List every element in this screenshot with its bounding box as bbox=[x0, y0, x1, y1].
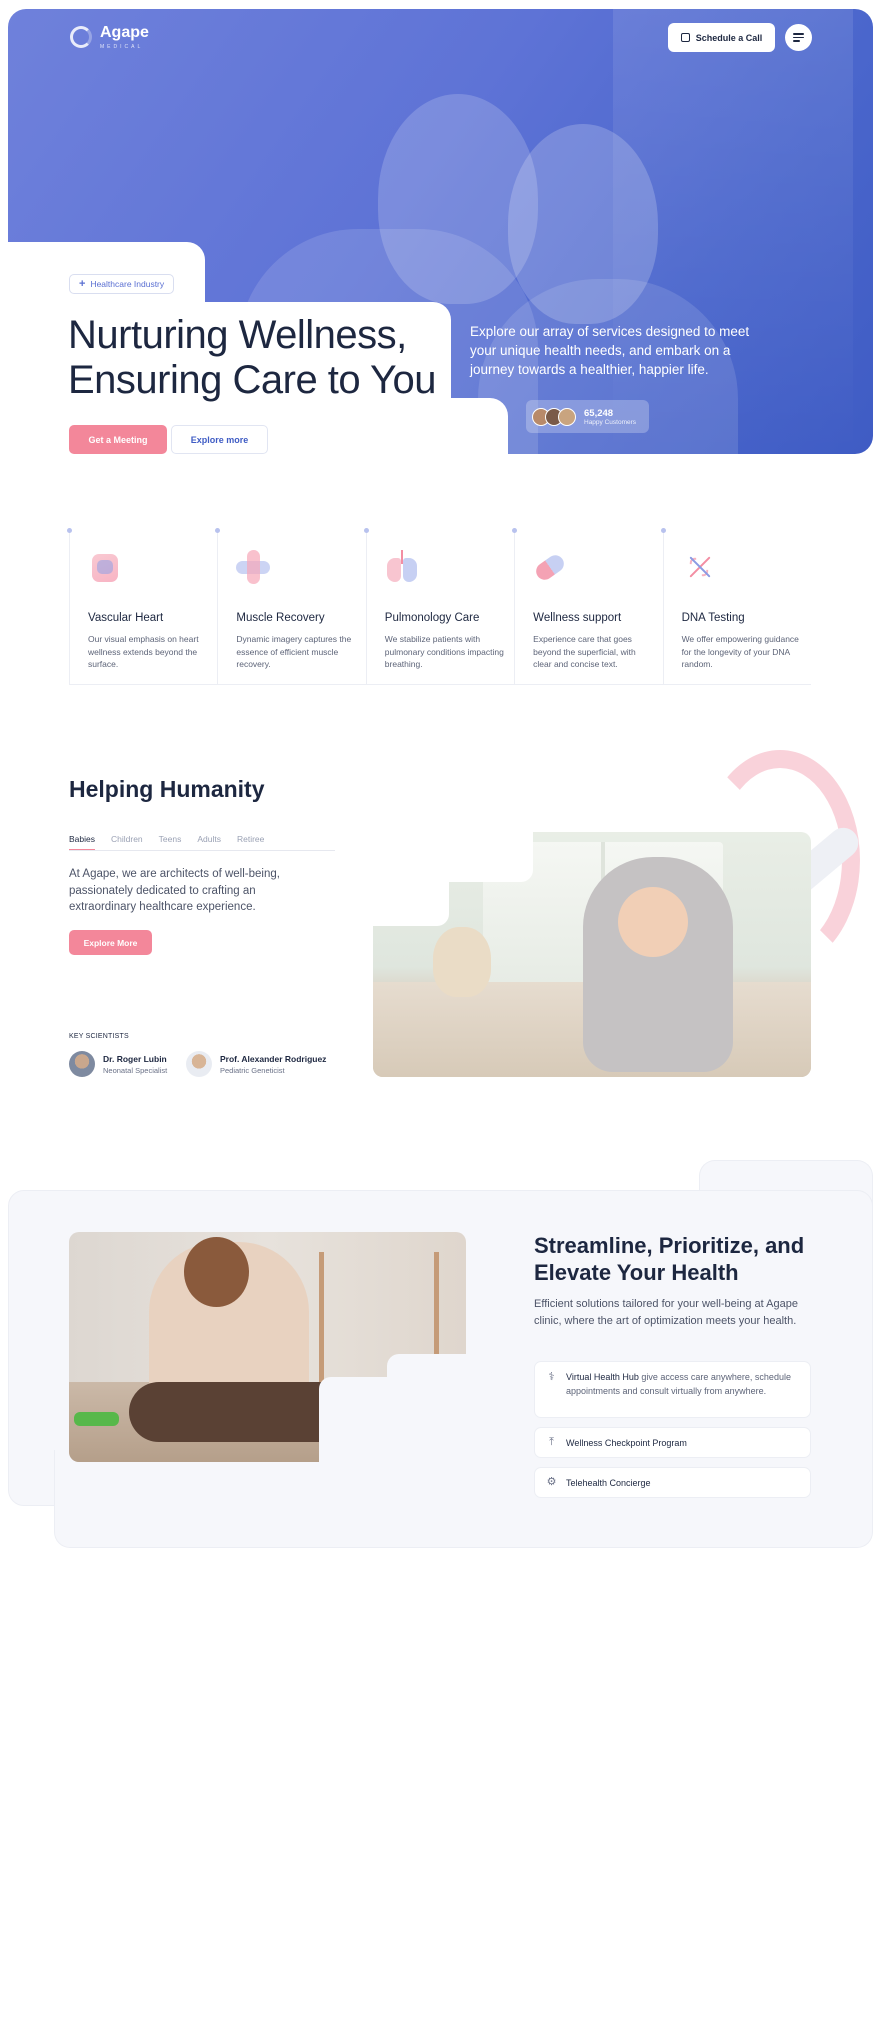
key-scientists-label: KEY SCIENTISTS bbox=[69, 1033, 129, 1040]
streamline-title: Streamline, Prioritize, and Elevate Your… bbox=[534, 1233, 805, 1285]
hero-description: Explore our array of services designed t… bbox=[470, 324, 750, 377]
scientist-name: Dr. Roger Lubin bbox=[103, 1053, 167, 1064]
feature-label: Telehealth Concierge bbox=[566, 1477, 651, 1488]
menu-button[interactable] bbox=[785, 24, 812, 51]
services-grid: Vascular Heart Our visual emphasis on he… bbox=[67, 528, 811, 685]
customers-label: Happy Customers bbox=[584, 418, 637, 426]
stethoscope-icon: ⚕ bbox=[548, 1371, 555, 1383]
feature-label: Wellness Checkpoint Program bbox=[566, 1437, 687, 1448]
brand-sub: MEDICAL bbox=[100, 44, 144, 50]
service-description: Our visual emphasis on heart wellness ex… bbox=[88, 634, 199, 669]
service-description: Experience care that goes beyond the sup… bbox=[533, 634, 636, 669]
tab-teens[interactable]: Teens bbox=[159, 834, 182, 850]
avatar bbox=[558, 407, 576, 426]
tab-retiree[interactable]: Retiree bbox=[237, 834, 264, 850]
avatar bbox=[186, 1051, 212, 1077]
service-title: DNA Testing bbox=[681, 612, 745, 624]
baby-image bbox=[373, 832, 811, 1077]
service-title: Vascular Heart bbox=[88, 612, 164, 624]
brand-logo[interactable]: Agape MEDICAL bbox=[70, 24, 149, 50]
tab-adults[interactable]: Adults bbox=[197, 834, 221, 850]
feature-telehealth-concierge[interactable]: ⚙ Telehealth Concierge bbox=[534, 1467, 811, 1498]
get-meeting-button[interactable]: Get a Meeting bbox=[69, 425, 167, 454]
feature-wellness-checkpoint[interactable]: ⤒ Wellness Checkpoint Program bbox=[534, 1427, 811, 1458]
dna-icon bbox=[682, 550, 716, 584]
scientist-name: Prof. Alexander Rodriguez bbox=[220, 1053, 327, 1064]
fitness-image bbox=[69, 1232, 466, 1462]
explore-more-button[interactable]: Explore more bbox=[171, 425, 268, 454]
scientist-role: Neonatal Specialist bbox=[103, 1065, 168, 1075]
streamline-panel-bottom bbox=[54, 1450, 873, 1548]
section-title: Helping Humanity bbox=[69, 776, 265, 802]
scientist-card[interactable]: Dr. Roger Lubin Neonatal Specialist bbox=[69, 1051, 167, 1077]
scientist-role: Pediatric Geneticist bbox=[220, 1065, 285, 1075]
customer-avatars bbox=[532, 407, 576, 426]
gear-icon: ⚙ bbox=[546, 1476, 557, 1488]
scientist-card[interactable]: Prof. Alexander Rodriguez Pediatric Gene… bbox=[186, 1051, 326, 1077]
heart-icon bbox=[88, 550, 122, 584]
streamline-description: Efficient solutions tailored for your we… bbox=[534, 1298, 798, 1327]
menu-icon bbox=[793, 33, 804, 35]
humanity-description: At Agape, we are architects of well-bein… bbox=[69, 868, 280, 913]
avatar bbox=[69, 1051, 95, 1077]
service-card[interactable]: Pulmonology Care We stabilize patients w… bbox=[363, 528, 514, 685]
feature-title: Virtual Health Hub bbox=[566, 1372, 639, 1382]
service-card[interactable]: Vascular Heart Our visual emphasis on he… bbox=[67, 528, 217, 685]
logo-icon bbox=[70, 26, 92, 48]
upload-icon: ⤒ bbox=[549, 1436, 554, 1448]
tab-children[interactable]: Children bbox=[111, 834, 143, 850]
industry-badge: + Healthcare Industry bbox=[69, 274, 175, 294]
lungs-icon bbox=[385, 550, 419, 584]
service-description: Dynamic imagery captures the essence of … bbox=[236, 634, 352, 669]
service-card[interactable]: Muscle Recovery Dynamic imagery captures… bbox=[215, 528, 365, 685]
schedule-call-button[interactable]: Schedule a Call bbox=[668, 23, 775, 52]
teddy-bear bbox=[433, 927, 491, 997]
service-title: Muscle Recovery bbox=[236, 612, 325, 624]
industry-badge-label: Healthcare Industry bbox=[90, 279, 165, 289]
customers-badge: 65,248 Happy Customers bbox=[526, 400, 649, 433]
tab-babies[interactable]: Babies bbox=[69, 834, 95, 850]
service-card[interactable]: Wellness support Experience care that go… bbox=[512, 528, 662, 685]
service-title: Wellness support bbox=[533, 612, 622, 624]
customers-count: 65,248 bbox=[584, 407, 614, 419]
service-title: Pulmonology Care bbox=[384, 612, 480, 624]
calendar-icon bbox=[680, 33, 690, 42]
service-description: We offer empowering guidance for the lon… bbox=[681, 634, 799, 669]
hero-title: Nurturing Wellness, Ensuring Care to You bbox=[68, 313, 437, 402]
schedule-call-label: Schedule a Call bbox=[695, 32, 763, 43]
plus-icon: + bbox=[79, 278, 86, 290]
explore-more-button[interactable]: Explore More bbox=[69, 930, 152, 955]
service-card[interactable]: DNA Testing We offer empowering guidance… bbox=[660, 528, 811, 685]
age-tabs: Babies Children Teens Adults Retiree bbox=[69, 834, 335, 851]
pill-icon bbox=[533, 550, 568, 584]
service-description: We stabilize patients with pulmonary con… bbox=[384, 634, 504, 669]
brand-name: Agape bbox=[100, 24, 149, 41]
feature-virtual-health-hub[interactable]: ⚕ Virtual Health Hub give access care an… bbox=[534, 1361, 811, 1418]
dumbbell bbox=[74, 1412, 119, 1426]
muscle-icon bbox=[236, 550, 271, 584]
